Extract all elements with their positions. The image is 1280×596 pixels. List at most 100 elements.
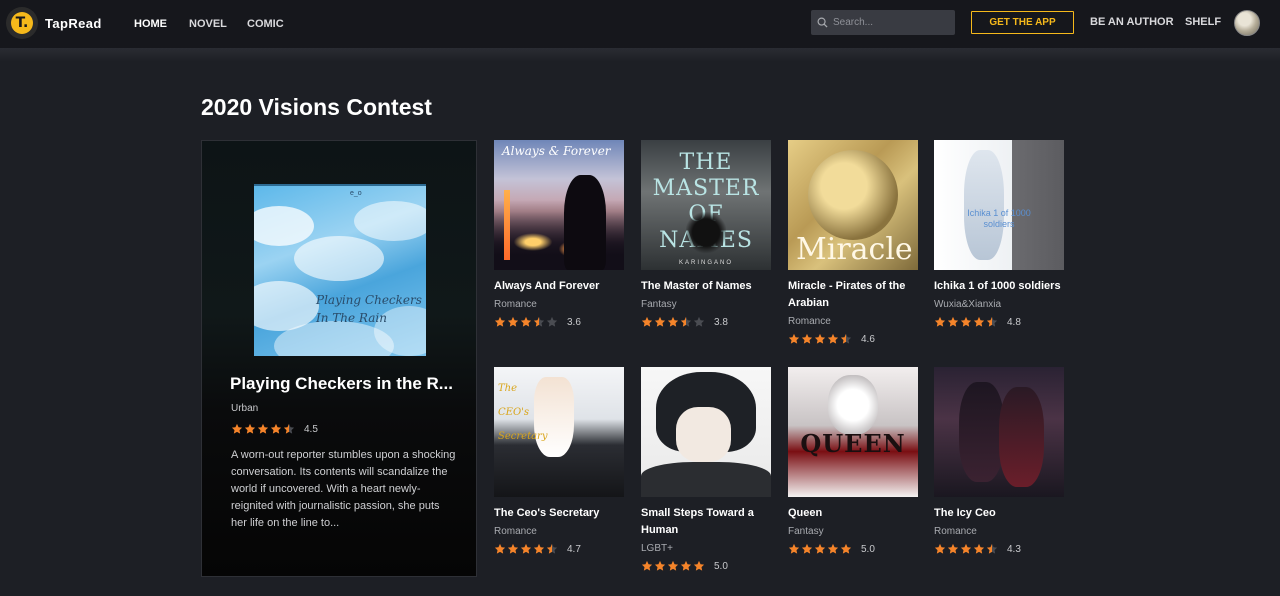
book-title[interactable]: The Ceo's Secretary <box>494 505 624 522</box>
star-icon <box>960 543 972 554</box>
book-genre: LGBT+ <box>641 543 673 554</box>
star-rating <box>231 423 295 435</box>
star-icon <box>840 333 852 344</box>
star-icon <box>641 560 653 571</box>
star-icon <box>973 316 985 327</box>
book-title[interactable]: Miracle - Pirates of the Arabian <box>788 278 918 312</box>
star-icon <box>231 423 243 434</box>
tapread-logo[interactable]: T. TapRead <box>6 7 102 39</box>
logo-icon: T. <box>6 7 38 39</box>
nav-comic[interactable]: COMIC <box>247 18 284 30</box>
search-box[interactable] <box>811 10 955 35</box>
star-icon <box>788 543 800 554</box>
star-rating <box>788 543 852 555</box>
star-icon <box>693 316 705 327</box>
star-icon <box>520 543 532 554</box>
featured-book-genre: Urban <box>231 403 259 414</box>
book-genre: Fantasy <box>788 526 824 537</box>
book-title[interactable]: Queen <box>788 505 918 522</box>
star-icon <box>814 333 826 344</box>
rating-value: 4.3 <box>1007 543 1021 555</box>
book-cover[interactable]: The CEO's Secretary <box>494 367 624 497</box>
get-the-app-button[interactable]: GET THE APP <box>971 11 1074 34</box>
star-icon <box>986 316 998 327</box>
rating-value: 4.5 <box>304 423 318 435</box>
star-icon <box>814 543 826 554</box>
book-card[interactable]: Miracle Miracle - Pirates of the Arabian… <box>788 140 918 345</box>
star-icon <box>667 316 679 327</box>
book-cover[interactable]: Miracle <box>788 140 918 270</box>
page-title: 2020 Visions Contest <box>201 94 432 120</box>
featured-book-cover[interactable]: e_o Playing Checkers In The Rain <box>254 184 426 356</box>
rating-value: 4.8 <box>1007 316 1021 328</box>
featured-book-rating: 4.5 <box>231 423 318 435</box>
book-cover[interactable]: THE MASTER OF NAMES KARINGANO <box>641 140 771 270</box>
star-icon <box>283 423 295 434</box>
book-title[interactable]: Ichika 1 of 1000 soldiers <box>934 278 1064 295</box>
star-icon <box>934 316 946 327</box>
book-genre: Romance <box>494 299 537 310</box>
book-genre: Romance <box>788 316 831 327</box>
book-cover[interactable] <box>934 367 1064 497</box>
book-rating: 4.8 <box>934 316 1064 328</box>
star-icon <box>257 423 269 434</box>
star-rating <box>934 543 998 555</box>
star-icon <box>827 543 839 554</box>
book-card[interactable]: THE MASTER OF NAMES KARINGANO The Master… <box>641 140 771 328</box>
star-icon <box>801 333 813 344</box>
be-an-author-link[interactable]: BE AN AUTHOR <box>1090 16 1174 28</box>
book-rating: 4.3 <box>934 543 1064 555</box>
star-icon <box>244 423 256 434</box>
book-title[interactable]: Always And Forever <box>494 278 624 295</box>
star-icon <box>546 316 558 327</box>
featured-book-title[interactable]: Playing Checkers in the R... <box>230 374 453 394</box>
book-card[interactable]: The CEO's Secretary The Ceo's Secretary … <box>494 367 624 555</box>
star-icon <box>934 543 946 554</box>
book-genre: Fantasy <box>641 299 677 310</box>
nav-home[interactable]: HOME <box>134 18 167 30</box>
book-title[interactable]: Small Steps Toward a Human <box>641 505 771 539</box>
rating-value: 5.0 <box>861 543 875 555</box>
star-icon <box>507 543 519 554</box>
book-cover[interactable]: Ichika 1 of 1000 soldiers <box>934 140 1064 270</box>
book-cover[interactable] <box>641 367 771 497</box>
book-card[interactable]: Small Steps Toward a Human LGBT+ 5.0 <box>641 367 771 572</box>
book-cover[interactable]: Always & Forever <box>494 140 624 270</box>
book-rating: 3.8 <box>641 316 771 328</box>
star-icon <box>840 543 852 554</box>
header-divider <box>0 48 1280 62</box>
avatar[interactable] <box>1234 10 1260 36</box>
book-title[interactable]: The Icy Ceo <box>934 505 1064 522</box>
rating-value: 4.6 <box>861 333 875 345</box>
star-icon <box>680 560 692 571</box>
book-genre: Romance <box>934 526 977 537</box>
star-icon <box>827 333 839 344</box>
book-rating: 5.0 <box>788 543 918 555</box>
book-card[interactable]: The Icy Ceo Romance 4.3 <box>934 367 1064 555</box>
book-card[interactable]: Ichika 1 of 1000 soldiers Ichika 1 of 10… <box>934 140 1064 328</box>
star-icon <box>494 543 506 554</box>
star-icon <box>270 423 282 434</box>
search-input[interactable] <box>833 17 943 28</box>
book-rating: 4.7 <box>494 543 624 555</box>
featured-book-card[interactable]: e_o Playing Checkers In The Rain Playing… <box>201 140 477 577</box>
nav-novel[interactable]: NOVEL <box>189 18 227 30</box>
star-icon <box>654 560 666 571</box>
star-rating <box>788 333 852 345</box>
star-icon <box>788 333 800 344</box>
star-icon <box>520 316 532 327</box>
star-icon <box>947 543 959 554</box>
star-rating <box>641 560 705 572</box>
shelf-link[interactable]: SHELF <box>1185 16 1221 28</box>
star-icon <box>960 316 972 327</box>
featured-book-description: A worn-out reporter stumbles upon a shoc… <box>231 449 456 529</box>
star-icon <box>973 543 985 554</box>
book-card[interactable]: QUEEN Queen Fantasy 5.0 <box>788 367 918 555</box>
book-card[interactable]: Always & Forever Always And Forever Roma… <box>494 140 624 328</box>
star-rating <box>494 543 558 555</box>
star-icon <box>667 560 679 571</box>
star-rating <box>494 316 558 328</box>
book-rating: 5.0 <box>641 560 771 572</box>
book-cover[interactable]: QUEEN <box>788 367 918 497</box>
book-title[interactable]: The Master of Names <box>641 278 771 295</box>
